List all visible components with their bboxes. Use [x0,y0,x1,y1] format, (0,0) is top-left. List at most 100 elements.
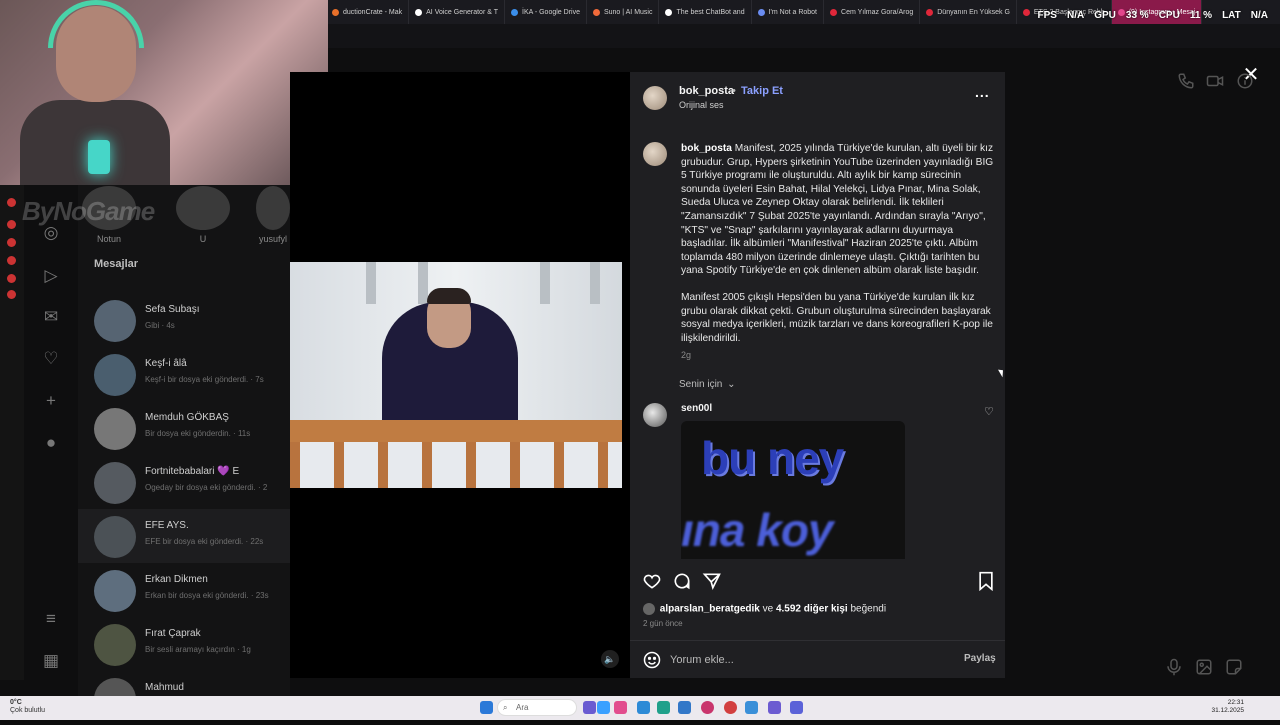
conversation-name: Mahmud [145,682,184,693]
cpu-label: CPU [1158,10,1180,21]
chrome-icon[interactable] [724,701,737,714]
messages-heading: Mesajlar [94,258,139,270]
dm-conversation-item[interactable]: Fırat Çaprak Bir sesli aramayı kaçırdın ·… [78,617,290,671]
apps-grid-icon[interactable]: ▦ [40,650,62,672]
rail-icon-4[interactable] [7,256,16,265]
tab-label: Suno | AI Music [603,8,653,16]
reels-icon[interactable]: ▷ [40,265,62,287]
avatar [94,462,136,504]
comment-bubble-icon[interactable] [671,570,693,592]
liker-username[interactable]: alparslan_beratgedik [660,604,760,615]
dm-conversation-item[interactable]: Memduh GÖKBAŞ Bir dosya eki gönderdin. · … [78,401,290,455]
sort-label: Senin için [679,379,723,390]
taskbar-search[interactable]: ⌕ Ara [497,699,577,716]
post-comment-button[interactable]: Paylaş [964,653,996,664]
browser-tab[interactable]: AI Voice Generator & T [409,0,505,24]
rail-icon-6[interactable] [7,290,16,299]
author-avatar[interactable] [643,86,667,110]
commenter-username[interactable]: sen00l [681,403,712,414]
reel-video[interactable] [290,262,622,488]
comment-gif[interactable]: bu ney ına koy [681,421,905,559]
browser-tab[interactable]: The best ChatBot and [659,0,752,24]
clock-date: 31.12.2025 [1211,707,1244,714]
note-item[interactable]: yusufyl [256,186,290,244]
dm-conversation-item[interactable]: Keşf-i âlâ Keşf-i bir dosya eki gönderdi.… [78,347,290,401]
rail-icon-3[interactable] [7,238,16,247]
search-placeholder: Ara [516,703,529,712]
rail-icon-2[interactable] [7,220,16,229]
comment-sort-dropdown[interactable]: Senin için ⌄ [679,379,736,390]
opera-icon[interactable] [701,701,714,714]
like-heart-icon[interactable] [641,570,663,592]
image-icon[interactable] [1195,658,1213,676]
reel-video-pane[interactable] [290,72,630,678]
likes-count[interactable]: 4.592 diğer kişi [776,604,848,615]
dm-conversation-item[interactable]: Sefa Subaşı Gibi · 4s [78,293,290,347]
mute-toggle-button[interactable]: 🔈 [601,650,619,668]
browser-side-rail [0,180,24,680]
gpu-value: 33 % [1125,10,1149,21]
app-icon-9[interactable] [745,701,758,714]
create-plus-icon[interactable]: + [40,390,62,412]
more-options-button[interactable]: ... [975,85,995,104]
edge-icon[interactable] [657,701,670,714]
liker-avatar [643,603,655,615]
notifications-heart-icon[interactable]: ♡ [40,348,62,370]
dm-conversation-item[interactable]: Fortnitebabalari 💜 E Ogeday bir dosya eki… [78,455,290,509]
caption-avatar[interactable] [643,142,667,166]
dm-conversation-item[interactable]: Erkan Dikmen Erkan bir dosya eki gönderdi… [78,563,290,617]
browser-tab[interactable]: Dünyanın En Yüksek G [920,0,1017,24]
fps-label: FPS [1037,10,1057,21]
browser-tab[interactable]: I'm Not a Robot [752,0,825,24]
note-item[interactable]: U [176,186,230,244]
app-icon-1[interactable] [583,701,596,714]
tab-favicon-icon [332,8,339,16]
tab-favicon-icon [511,8,518,16]
taskbar-clock[interactable]: 22:31 31.12.2025 [1211,699,1244,715]
start-windows-icon[interactable] [480,701,493,714]
note-name: yusufyl [258,234,287,244]
app-icon-11[interactable] [790,701,803,714]
app-icon-4[interactable] [637,701,650,714]
comment-like-heart-icon[interactable]: ♡ [984,405,994,418]
separator-dot: • [732,85,736,97]
browser-tab[interactable]: ductionCrate - Mak [326,0,410,24]
app-icon-3[interactable] [614,701,627,714]
emoji-icon[interactable] [642,650,662,670]
likes-suffix: beğendi [850,603,887,615]
messenger-icon[interactable]: ✉ [40,306,62,328]
video-call-icon[interactable] [1206,72,1224,90]
author-username[interactable]: bok_posta [679,85,734,97]
search-icon: ⌕ [503,703,508,712]
discord-icon[interactable] [768,701,781,714]
browser-tab[interactable]: Suno | AI Music [587,0,660,24]
app-icon-2[interactable] [597,701,610,714]
dm-conversation-item[interactable]: EFE AYS. EFE bir dosya eki gönderdi. · 22… [78,509,290,563]
menu-hamburger-icon[interactable]: ≡ [40,608,62,630]
comment-input[interactable] [670,651,950,669]
tab-label: Dünyanın En Yüksek G [937,8,1010,16]
caption-username[interactable]: bok_posta [681,143,732,154]
save-bookmark-icon[interactable] [975,570,997,592]
cpu-value: 11 % [1189,10,1213,21]
fps-value: N/A [1066,10,1085,21]
microphone-icon[interactable] [1166,658,1184,676]
share-send-icon[interactable] [701,570,723,592]
rail-icon-1[interactable] [7,198,16,207]
tab-label: ductionCrate - Mak [343,8,403,16]
tab-label: AI Voice Generator & T [426,8,498,16]
commenter-avatar[interactable] [643,403,667,427]
sticker-icon[interactable] [1225,658,1243,676]
phone-call-icon[interactable] [1177,72,1195,90]
profile-avatar-icon[interactable]: ● [40,432,62,454]
weather-widget[interactable]: 0°C Çok bulutlu [10,699,45,715]
browser-tab[interactable]: Cem Yılmaz Gora/Arog [824,0,921,24]
tab-favicon-icon [1022,8,1030,16]
audio-label[interactable]: Orijinal ses [679,100,724,110]
browser-tab[interactable]: İKA - Google Drive [505,0,587,24]
follow-button[interactable]: Takip Et [741,85,783,97]
app-icon-6[interactable] [678,701,691,714]
conversation-preview: Bir dosya eki gönderdin. · 11s [145,429,251,438]
info-icon[interactable] [1236,72,1254,90]
rail-icon-5[interactable] [7,274,16,283]
